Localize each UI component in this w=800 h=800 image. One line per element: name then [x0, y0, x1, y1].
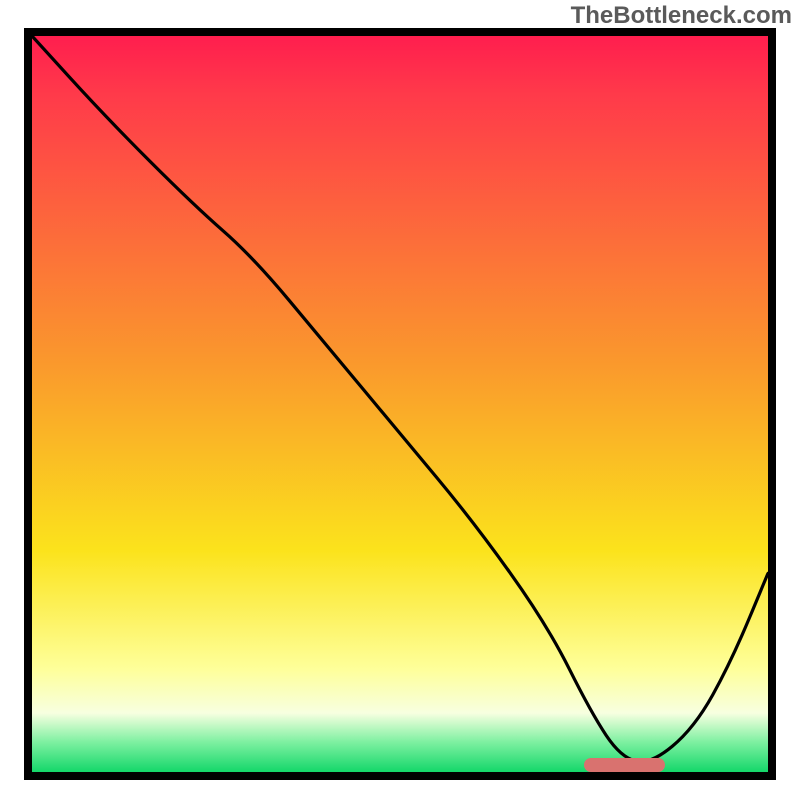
chart-root: TheBottleneck.com	[0, 0, 800, 800]
attribution-text: TheBottleneck.com	[571, 2, 792, 30]
optimal-range-marker	[584, 758, 665, 772]
plot-area	[24, 28, 776, 780]
curve-path	[32, 36, 768, 762]
bottleneck-curve	[32, 36, 768, 772]
